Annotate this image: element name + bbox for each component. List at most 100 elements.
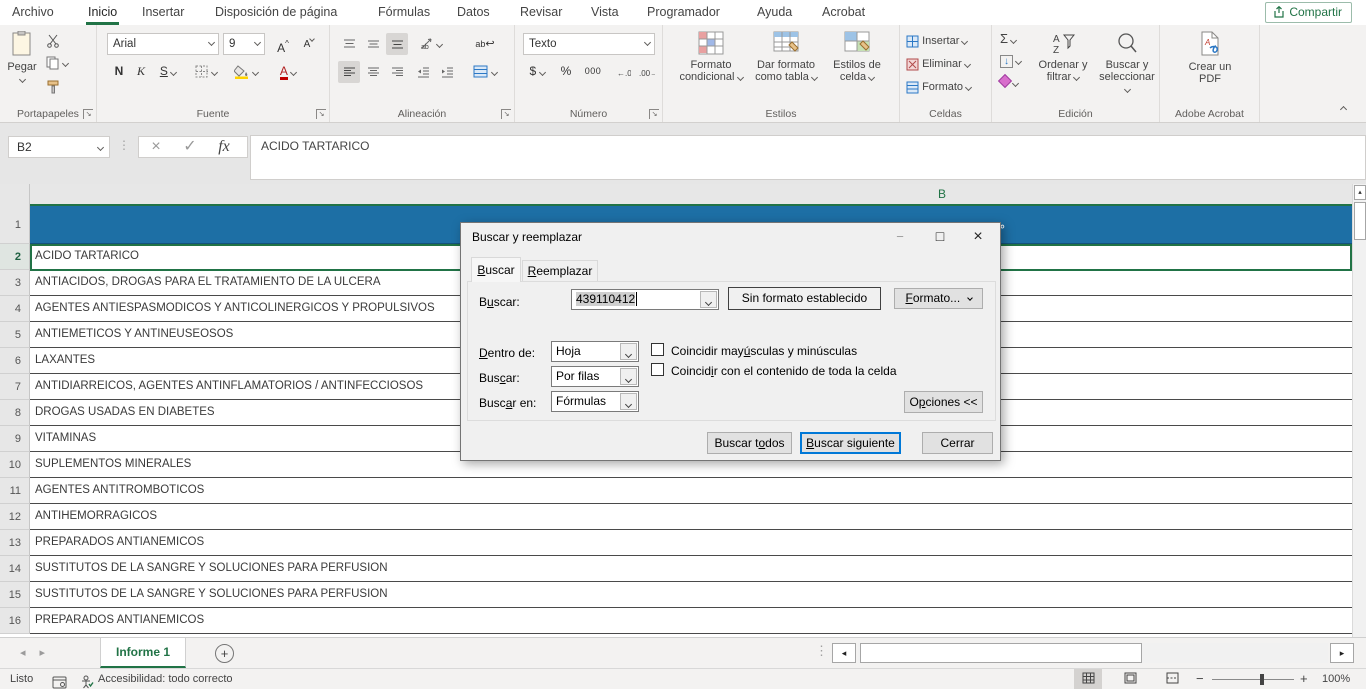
cell[interactable]: ANTIHEMORRAGICOS bbox=[30, 504, 1352, 530]
tab-revisar[interactable]: Revisar bbox=[518, 0, 564, 25]
vertical-scrollbar[interactable]: ▴ bbox=[1352, 184, 1366, 637]
combo-dropdown-button[interactable] bbox=[620, 368, 637, 385]
decrease-font-button[interactable]: A bbox=[297, 33, 321, 55]
sheet-tab-informe1[interactable]: Informe 1 bbox=[100, 638, 186, 668]
name-box[interactable]: B2 bbox=[8, 136, 110, 158]
align-left-button[interactable] bbox=[338, 61, 360, 83]
close-dialog-button[interactable]: Cerrar bbox=[922, 432, 993, 454]
borders-button[interactable] bbox=[189, 61, 223, 83]
zoom-slider-thumb[interactable] bbox=[1260, 674, 1264, 685]
combo-dropdown-button[interactable] bbox=[700, 291, 717, 308]
copy-button[interactable] bbox=[46, 53, 68, 73]
bold-button[interactable]: N bbox=[109, 61, 129, 83]
cell-styles-button[interactable]: Estilos de celda bbox=[825, 28, 889, 102]
portapapeles-dialog-launcher[interactable]: ↘ bbox=[83, 109, 93, 119]
select-all-corner[interactable] bbox=[0, 184, 30, 206]
font-color-button[interactable]: A bbox=[269, 61, 307, 83]
row-number[interactable]: 14 bbox=[0, 556, 30, 582]
row-number[interactable]: 13 bbox=[0, 530, 30, 556]
sheet-nav-arrows[interactable]: ◂▸ bbox=[20, 646, 59, 659]
sort-filter-button[interactable]: AZ Ordenar y filtrar bbox=[1032, 28, 1094, 102]
match-case-checkbox[interactable] bbox=[651, 343, 664, 356]
decrease-decimal-button[interactable]: .00→ bbox=[635, 61, 659, 83]
insert-function-icon[interactable]: fx bbox=[207, 137, 241, 157]
tab-programador[interactable]: Programador bbox=[645, 0, 722, 25]
find-next-button[interactable]: Buscar siguiente bbox=[800, 432, 901, 454]
delete-cells-button[interactable]: Eliminar bbox=[906, 54, 970, 74]
tab-datos[interactable]: Datos bbox=[455, 0, 492, 25]
page-break-view-button[interactable] bbox=[1158, 669, 1186, 689]
scroll-right-button[interactable]: ▸ bbox=[1330, 643, 1354, 663]
dialog-tab-find[interactable]: Buscar bbox=[471, 257, 521, 282]
tab-vista[interactable]: Vista bbox=[589, 0, 621, 25]
column-header-B[interactable]: B bbox=[30, 184, 1352, 206]
align-bottom-button[interactable] bbox=[386, 33, 408, 55]
table-row[interactable]: 12ANTIHEMORRAGICOS bbox=[0, 504, 1352, 530]
normal-view-button[interactable] bbox=[1074, 669, 1102, 689]
number-format-combo[interactable]: Texto bbox=[523, 33, 655, 55]
row-number[interactable]: 1 bbox=[0, 206, 30, 244]
fill-button[interactable]: ↓ bbox=[1000, 51, 1021, 71]
row-number[interactable]: 10 bbox=[0, 452, 30, 478]
macro-record-button[interactable] bbox=[52, 672, 67, 689]
row-number[interactable]: 5 bbox=[0, 322, 30, 348]
tab-insertar[interactable]: Insertar bbox=[140, 0, 186, 25]
row-number[interactable]: 8 bbox=[0, 400, 30, 426]
zoom-level[interactable]: 100% bbox=[1322, 669, 1350, 689]
format-button[interactable]: Formato... bbox=[894, 288, 983, 309]
table-row[interactable]: 14SUSTITUTOS DE LA SANGRE Y SOLUCIONES P… bbox=[0, 556, 1352, 582]
cell[interactable]: PREPARADOS ANTIANEMICOS bbox=[30, 608, 1352, 634]
row-number[interactable]: 7 bbox=[0, 374, 30, 400]
underline-button[interactable]: S bbox=[153, 61, 183, 83]
increase-indent-button[interactable] bbox=[436, 61, 458, 83]
accessibility-checker-button[interactable] bbox=[80, 672, 94, 689]
format-cells-button[interactable]: Formato bbox=[906, 77, 971, 97]
name-box-splitter[interactable]: ⋮ bbox=[118, 138, 130, 152]
row-number[interactable]: 12 bbox=[0, 504, 30, 530]
find-select-button[interactable]: Buscar y seleccionar bbox=[1096, 28, 1158, 102]
row-number[interactable]: 2 bbox=[0, 244, 30, 270]
increase-decimal-button[interactable]: ←.0 bbox=[611, 61, 635, 83]
increase-font-button[interactable]: A^ bbox=[271, 33, 295, 55]
alineacion-dialog-launcher[interactable]: ↘ bbox=[501, 109, 511, 119]
cell[interactable]: AGENTES ANTITROMBOTICOS bbox=[30, 478, 1352, 504]
tab-ayuda[interactable]: Ayuda bbox=[755, 0, 794, 25]
collapse-ribbon-button[interactable] bbox=[1340, 106, 1347, 113]
scrollbar-resize-grip[interactable]: ⋮ bbox=[815, 643, 828, 659]
insert-cells-button[interactable]: Insertar bbox=[906, 31, 967, 51]
comma-style-button[interactable]: 000 bbox=[579, 61, 607, 83]
font-name-combo[interactable]: Arial bbox=[107, 33, 219, 55]
row-number[interactable]: 9 bbox=[0, 426, 30, 452]
tab-archivo[interactable]: Archivo bbox=[10, 0, 56, 25]
share-button[interactable]: Compartir bbox=[1265, 2, 1352, 23]
horizontal-scroll-thumb[interactable] bbox=[860, 643, 1142, 663]
horizontal-scrollbar[interactable] bbox=[858, 643, 1328, 663]
table-row[interactable]: 11AGENTES ANTITROMBOTICOS bbox=[0, 478, 1352, 504]
decrease-indent-button[interactable] bbox=[412, 61, 434, 83]
combo-dropdown-button[interactable] bbox=[620, 393, 637, 410]
tab-inicio[interactable]: Inicio bbox=[86, 0, 119, 25]
align-middle-button[interactable] bbox=[362, 33, 384, 55]
row-number[interactable]: 11 bbox=[0, 478, 30, 504]
cancel-entry-icon[interactable]: × bbox=[139, 137, 173, 157]
row-number[interactable]: 3 bbox=[0, 270, 30, 296]
row-number[interactable]: 6 bbox=[0, 348, 30, 374]
accessibility-status[interactable]: Accesibilidad: todo correcto bbox=[98, 669, 233, 689]
close-button[interactable]: × bbox=[958, 223, 998, 251]
cell[interactable]: PREPARADOS ANTIANEMICOS bbox=[30, 530, 1352, 556]
align-top-button[interactable] bbox=[338, 33, 360, 55]
minimize-button[interactable]: − bbox=[880, 223, 920, 251]
paste-button[interactable]: Pegar bbox=[2, 28, 42, 102]
scroll-up-button[interactable]: ▴ bbox=[1354, 185, 1366, 200]
cell[interactable]: SUSTITUTOS DE LA SANGRE Y SOLUCIONES PAR… bbox=[30, 556, 1352, 582]
find-what-combo[interactable]: 439110412 bbox=[571, 289, 719, 310]
merge-center-button[interactable] bbox=[466, 61, 504, 83]
autosum-button[interactable]: Σ bbox=[1000, 29, 1016, 49]
format-as-table-button[interactable]: Dar formato como tabla bbox=[751, 28, 821, 102]
cell[interactable]: SUSTITUTOS DE LA SANGRE Y SOLUCIONES PAR… bbox=[30, 582, 1352, 608]
maximize-button[interactable]: □ bbox=[920, 223, 960, 251]
find-all-button[interactable]: Buscar todos bbox=[707, 432, 792, 454]
match-entire-cell-checkbox[interactable] bbox=[651, 363, 664, 376]
confirm-entry-icon[interactable]: ✓ bbox=[173, 137, 207, 157]
italic-button[interactable]: K bbox=[131, 61, 151, 83]
